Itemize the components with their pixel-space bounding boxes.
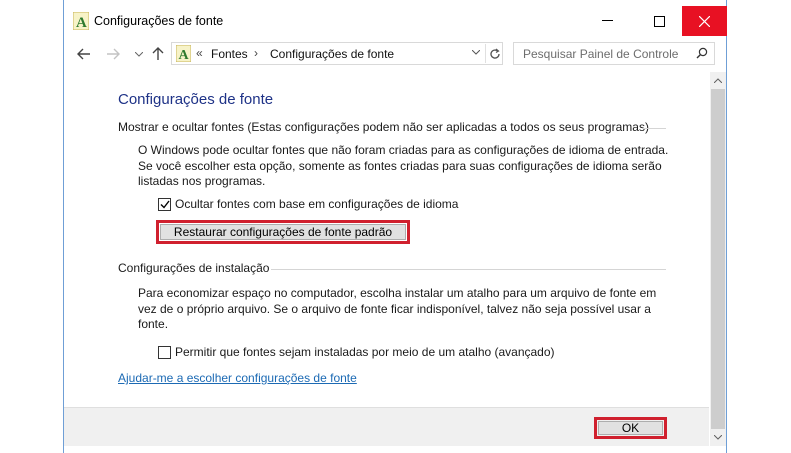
breadcrumb-fonts[interactable]: Fontes <box>211 47 248 61</box>
page-title: Configurações de fonte <box>118 91 274 108</box>
vertical-scrollbar[interactable] <box>710 72 726 446</box>
hide-fonts-option[interactable]: Ocultar fontes com base em configurações… <box>158 197 458 211</box>
install-description: Para economizar espaço no computador, es… <box>138 286 657 331</box>
show-hide-description: O Windows pode ocultar fontes que não fo… <box>138 143 669 188</box>
svg-text:A: A <box>179 48 190 62</box>
arrow-right-icon <box>107 48 120 60</box>
chevron-up-icon <box>714 78 722 83</box>
breadcrumb-overflow[interactable]: « <box>196 46 203 60</box>
font-folder-icon: A <box>176 45 191 62</box>
chevron-down-icon <box>714 435 722 440</box>
section-divider <box>271 269 666 270</box>
recent-locations-button[interactable] <box>130 44 148 64</box>
search-input[interactable]: Pesquisar Painel de Controle <box>523 47 678 61</box>
scroll-down-button[interactable] <box>710 429 726 446</box>
hide-fonts-checkbox[interactable] <box>158 197 171 211</box>
minimize-icon <box>601 20 613 21</box>
search-icon[interactable] <box>696 47 708 59</box>
search-box[interactable]: Pesquisar Painel de Controle <box>513 42 715 65</box>
close-button[interactable] <box>682 6 727 36</box>
arrow-left-icon <box>77 48 90 60</box>
minimize-button[interactable] <box>585 6 629 36</box>
close-icon <box>699 15 710 27</box>
scrollbar-thumb[interactable] <box>711 89 725 429</box>
restore-defaults-button[interactable]: Restaurar configurações de fonte padrão <box>160 224 406 240</box>
hide-fonts-label[interactable]: Ocultar fontes com base em configurações… <box>175 197 458 211</box>
refresh-button[interactable] <box>485 44 503 63</box>
allow-shortcut-checkbox[interactable] <box>158 345 171 359</box>
arrow-up-icon <box>152 47 164 60</box>
section-divider <box>642 128 666 129</box>
title-bar: A Configurações de fonte <box>64 0 727 40</box>
breadcrumb-separator[interactable]: › <box>254 46 258 60</box>
font-app-icon: A <box>73 12 89 30</box>
maximize-icon <box>653 15 665 27</box>
breadcrumb-font-settings[interactable]: Configurações de fonte <box>270 47 394 61</box>
chevron-down-icon <box>471 49 481 55</box>
allow-shortcut-option[interactable]: Permitir que fontes sejam instaladas por… <box>158 345 555 359</box>
navigation-bar: A « Fontes › Configurações de fonte Pesq… <box>64 40 726 68</box>
chevron-down-icon <box>135 51 143 57</box>
help-link[interactable]: Ajudar-me a escolher configurações de fo… <box>118 371 357 385</box>
checkmark-icon <box>160 200 170 209</box>
refresh-icon <box>489 48 500 59</box>
section-heading-show-hide: Mostrar e ocultar fontes (Estas configur… <box>118 120 649 134</box>
maximize-button[interactable] <box>637 6 681 36</box>
address-bar[interactable]: A « Fontes › Configurações de fonte <box>171 42 503 65</box>
scroll-up-button[interactable] <box>710 72 726 89</box>
address-dropdown-button[interactable] <box>471 47 481 57</box>
allow-shortcut-label[interactable]: Permitir que fontes sejam instaladas por… <box>175 345 555 359</box>
main-content: Configurações de fonte Mostrar e ocultar… <box>64 72 709 407</box>
svg-text:A: A <box>76 15 87 30</box>
ok-button[interactable]: OK <box>598 421 663 435</box>
dialog-footer: OK <box>64 407 709 446</box>
up-button[interactable] <box>149 44 167 64</box>
forward-button[interactable] <box>104 44 122 64</box>
window-title: Configurações de fonte <box>94 14 224 28</box>
back-button[interactable] <box>75 44 93 64</box>
font-settings-window: A Configurações de fonte A « Fontes › Co… <box>63 0 727 453</box>
section-heading-install: Configurações de instalação <box>118 261 270 275</box>
